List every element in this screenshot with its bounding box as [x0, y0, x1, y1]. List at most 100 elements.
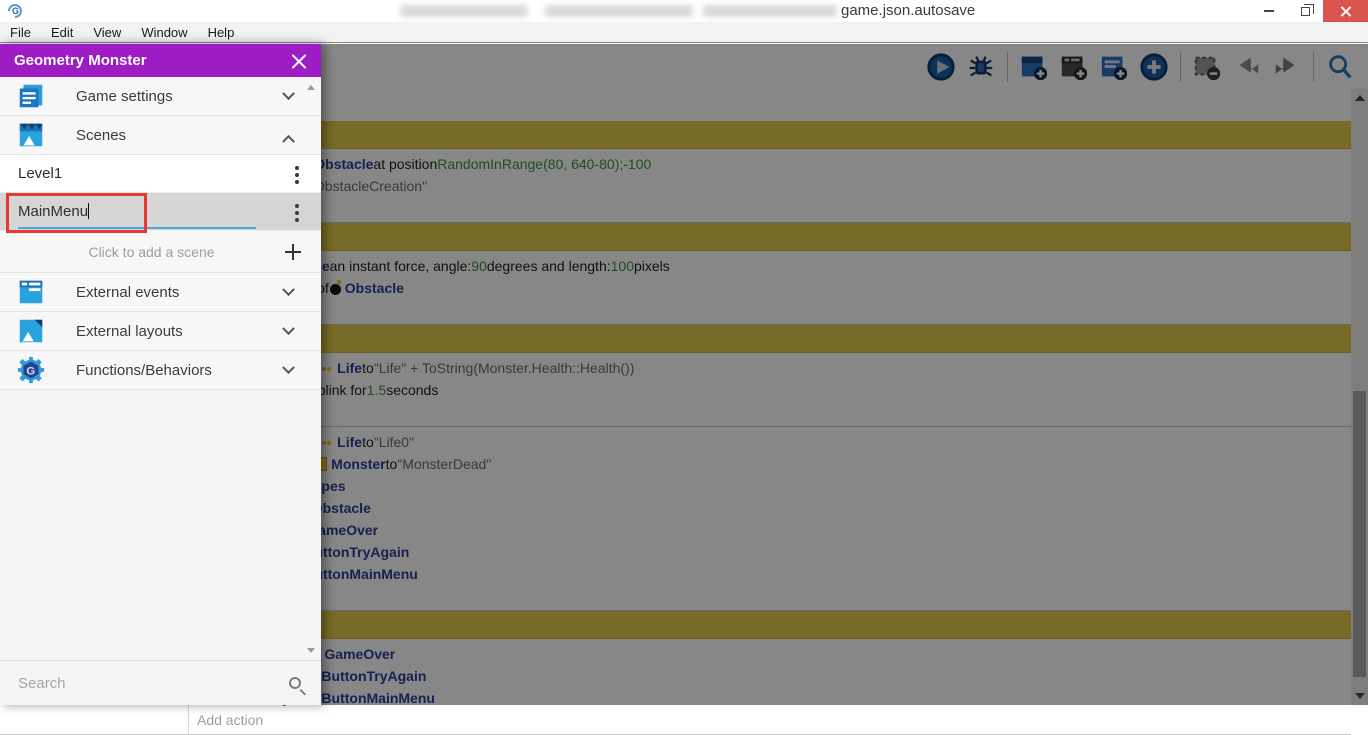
game-settings-icon	[19, 84, 43, 108]
plus-icon[interactable]	[285, 243, 301, 260]
search-events-button[interactable]	[1324, 51, 1356, 83]
sidebar-item-external-layouts[interactable]: External layouts	[0, 312, 321, 351]
event-actions-cell[interactable]: Set animation of Life to "Life0"Set anim…	[189, 427, 1351, 610]
search-icon[interactable]	[289, 677, 301, 689]
add-comment-button[interactable]	[1098, 51, 1130, 83]
action-line[interactable]: Do = 4 to Z-order of Obstacle	[197, 277, 1351, 299]
sidebar-item-external-events[interactable]: External events	[0, 273, 321, 312]
add-action-link[interactable]: Add action	[197, 709, 1351, 730]
more-options-icon[interactable]	[295, 165, 299, 170]
add-event-choose-button[interactable]	[1138, 51, 1170, 83]
scene-item-level1[interactable]: Level1	[0, 155, 321, 193]
action-text: to	[385, 456, 398, 472]
close-window-button[interactable]	[1323, 0, 1368, 22]
panel-scroll-up-icon[interactable]	[307, 85, 315, 90]
event-actions-cell[interactable]: Set animation of Life to "Life" + ToStri…	[189, 353, 1351, 426]
gdevelop-logo-icon: G	[8, 4, 22, 18]
undo-button[interactable]	[1231, 51, 1263, 83]
sidebar-item-game-settings[interactable]: Game settings	[0, 77, 321, 116]
menu-item-help[interactable]: Help	[206, 25, 245, 40]
action-line[interactable]: Make Monster blink for 1.5 seconds	[197, 379, 1351, 401]
object-name: GameOver	[324, 646, 396, 662]
minimize-button[interactable]	[1251, 0, 1287, 22]
undo-icon	[1239, 57, 1259, 74]
play-button[interactable]	[925, 51, 957, 83]
add-circle-icon	[1140, 52, 1168, 81]
svg-text:G: G	[26, 366, 35, 378]
action-text: to	[362, 360, 374, 376]
event-actions-cell[interactable]: Add to Obstacle an instant force, angle:…	[189, 251, 1351, 324]
action-line[interactable]: Reset the timer "ObstacleCreation"	[197, 175, 1351, 197]
more-options-icon[interactable]	[295, 203, 299, 208]
scrollbar-thumb[interactable]	[1353, 391, 1366, 677]
action-line[interactable]: Delete object Obstacle	[197, 497, 1351, 519]
action-line[interactable]: Delete object Shapes	[197, 475, 1351, 497]
action-text: RandomInRange(80, 640-80);-100	[437, 156, 652, 172]
scroll-down-icon[interactable]	[1355, 693, 1365, 699]
title-bar: G game.json.autosave	[0, 0, 1368, 22]
add-action-link[interactable]: Add action	[197, 197, 1351, 218]
add-subevent-button[interactable]	[1058, 51, 1090, 83]
project-manager-panel: Geometry Monster Game settings Scenes Le…	[0, 44, 321, 705]
add-scene-label: Click to add a scene	[88, 243, 215, 260]
action-line[interactable]: Create object Obstacle at position Rando…	[197, 153, 1351, 175]
action-line[interactable]: Set animation of Life to "Life0"	[197, 431, 1351, 453]
action-line[interactable]: Set animation of Life to "Life" + ToStri…	[197, 357, 1351, 379]
sidebar-item-functions-behaviors[interactable]: G Functions/Behaviors	[0, 351, 321, 390]
restore-button[interactable]	[1287, 0, 1323, 22]
bomb-icon	[329, 279, 341, 295]
action-text: "MonsterDead"	[397, 456, 492, 472]
action-text: 1.5	[366, 382, 387, 398]
sidebar-item-scenes[interactable]: Scenes	[0, 116, 321, 155]
close-panel-icon[interactable]	[291, 53, 307, 69]
add-event-button[interactable]	[1018, 51, 1050, 83]
action-line[interactable]: Hide the object ButtonTryAgain	[197, 665, 1351, 687]
menu-item-window[interactable]: Window	[139, 25, 197, 40]
external-events-label: External events	[76, 283, 180, 301]
menu-item-edit[interactable]: Edit	[49, 25, 83, 40]
scene-rename-input[interactable]: MainMenu	[18, 202, 90, 220]
toolbar-separator	[1007, 51, 1008, 82]
project-manager-header: Geometry Monster	[0, 44, 321, 77]
action-line[interactable]: Show object ButtonTryAgain	[197, 541, 1351, 563]
add-action-link[interactable]: Add action	[197, 585, 1351, 606]
scene-item-mainmenu-editing[interactable]: MainMenu	[0, 193, 321, 231]
chevron-down-icon[interactable]	[282, 360, 295, 374]
menu-item-file[interactable]: File	[8, 25, 41, 40]
chevron-down-icon[interactable]	[282, 86, 295, 100]
chevron-down-icon[interactable]	[282, 321, 295, 335]
object-name: ButtonMainMenu	[321, 690, 435, 706]
events-scrollbar[interactable]	[1351, 89, 1368, 705]
add-scene-row[interactable]: Click to add a scene	[0, 231, 321, 273]
action-line[interactable]: Set animation of Monster to "MonsterDead…	[197, 453, 1351, 475]
action-text: to	[362, 434, 374, 450]
close-icon	[1340, 6, 1351, 17]
redo-button[interactable]	[1271, 51, 1303, 83]
action-line[interactable]: Show object ButtonMainMenu	[197, 563, 1351, 585]
action-line[interactable]: Add to Obstacle an instant force, angle:…	[197, 255, 1351, 277]
event-actions-cell[interactable]: Hide the object GameOverHide the object …	[189, 639, 1351, 734]
add-action-link[interactable]: Add action	[197, 299, 1351, 320]
action-text: 100	[610, 258, 634, 274]
scenes-label: Scenes	[76, 126, 127, 144]
delete-selection-button[interactable]	[1191, 51, 1223, 83]
add-action-link[interactable]: Add action	[197, 401, 1351, 422]
chevron-up-icon[interactable]	[282, 134, 295, 148]
functions-behaviors-label: Functions/Behaviors	[76, 361, 212, 379]
menu-item-view[interactable]: View	[91, 25, 131, 40]
search-input[interactable]	[16, 673, 289, 693]
scroll-up-icon[interactable]	[1355, 95, 1365, 101]
chevron-down-icon[interactable]	[282, 282, 295, 296]
action-line[interactable]: Hide the object GameOver	[197, 643, 1351, 665]
action-line[interactable]: Show object GameOver	[197, 519, 1351, 541]
debug-button[interactable]	[965, 51, 997, 83]
add-comment-icon	[1101, 56, 1128, 80]
blurred-title-segment	[703, 5, 837, 17]
rename-underline	[18, 226, 256, 229]
action-line[interactable]: Hide the object ButtonMainMenu	[197, 687, 1351, 709]
add-subevent-icon	[1061, 56, 1088, 80]
blurred-title-segment	[400, 5, 528, 17]
event-actions-cell[interactable]: Create object Obstacle at position Rando…	[189, 149, 1351, 222]
add-event-icon	[1021, 56, 1048, 80]
panel-scroll-down-icon[interactable]	[307, 648, 315, 653]
